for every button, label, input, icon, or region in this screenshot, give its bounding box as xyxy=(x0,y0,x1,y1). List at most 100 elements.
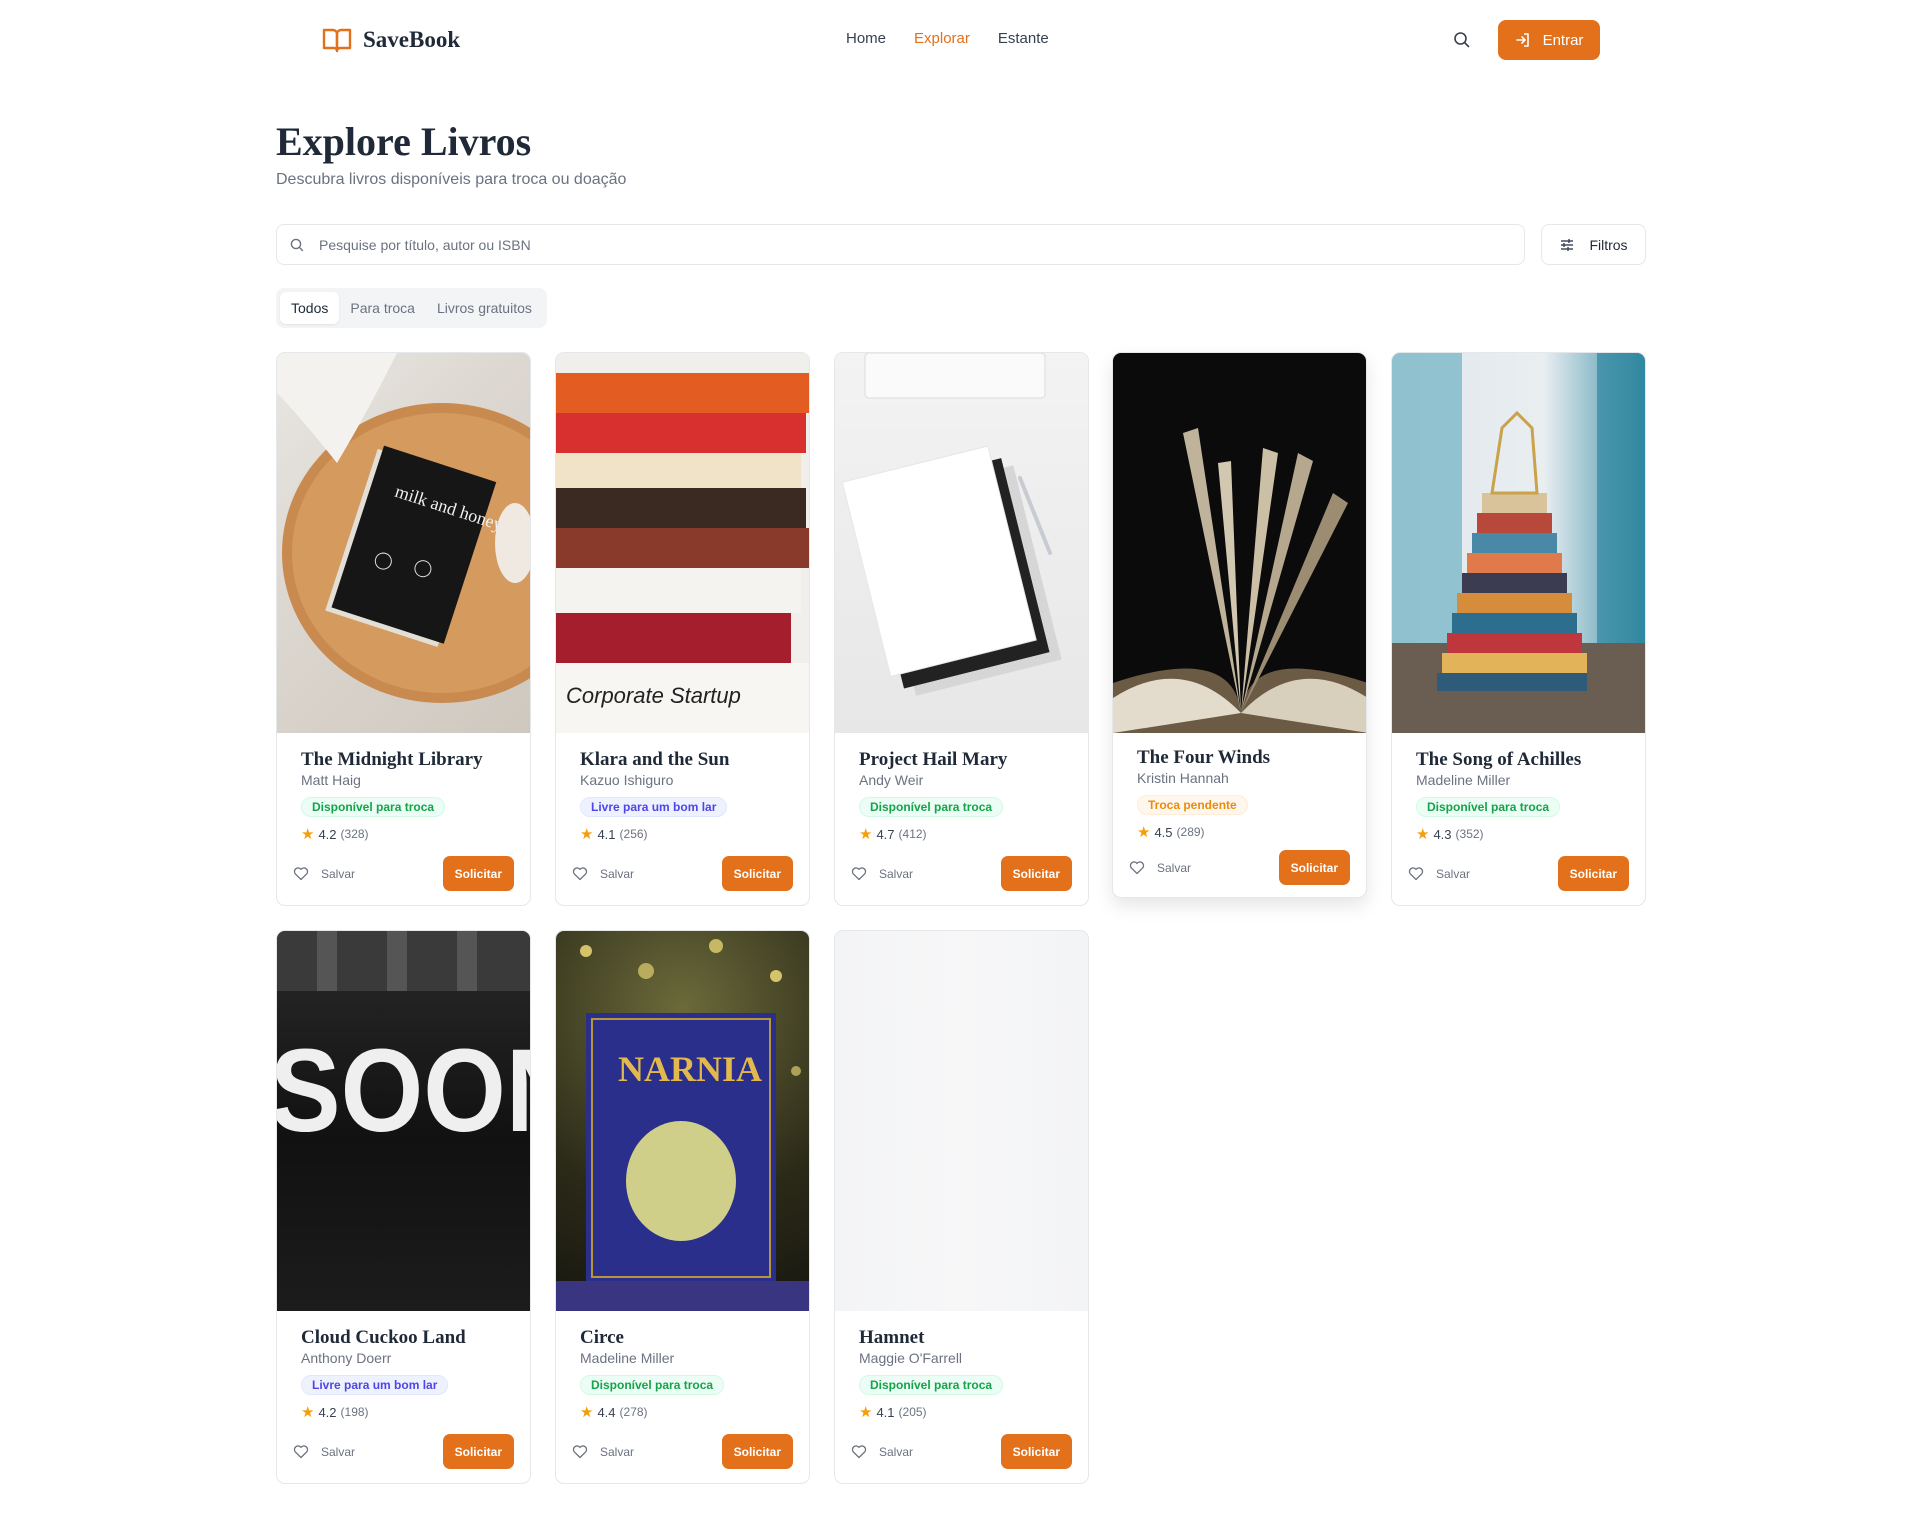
star-icon: ★ xyxy=(301,1404,315,1421)
heart-icon xyxy=(293,1445,309,1459)
save-label: Salvar xyxy=(1157,860,1192,875)
filter-tabs: Todos Para troca Livros gratuitos xyxy=(276,288,547,328)
card-actions: Salvar Solicitar xyxy=(851,856,1072,891)
rating-value: 4.3 xyxy=(1433,826,1452,842)
book-title[interactable]: Cloud Cuckoo Land xyxy=(301,1327,506,1349)
book-author: Kristin Hannah xyxy=(1137,770,1229,786)
book-title[interactable]: Circe xyxy=(580,1327,785,1349)
login-button[interactable]: Entrar xyxy=(1498,20,1600,60)
book-card[interactable]: The Song of Achilles Madeline Miller Dis… xyxy=(1391,352,1646,906)
rating: ★ 4.4 (278) xyxy=(580,1403,785,1421)
nav-explorar[interactable]: Explorar xyxy=(914,30,970,47)
book-title[interactable]: The Song of Achilles xyxy=(1416,749,1621,771)
request-button[interactable]: Solicitar xyxy=(721,856,793,891)
book-cover: NARNIA xyxy=(556,931,809,1311)
save-label: Salvar xyxy=(321,866,356,881)
card-actions: Salvar Solicitar xyxy=(572,1434,793,1469)
book-title[interactable]: Klara and the Sun xyxy=(580,749,785,771)
book-card[interactable]: milk and honey The Midnight Library Matt… xyxy=(276,352,531,906)
book-info: Circe Madeline Miller Disponível para tr… xyxy=(556,1311,809,1483)
book-title[interactable]: Project Hail Mary xyxy=(859,749,1064,771)
book-title[interactable]: The Four Winds xyxy=(1137,747,1342,769)
filters-label: Filtros xyxy=(1589,236,1628,253)
save-button[interactable]: Salvar xyxy=(293,1444,355,1459)
login-label: Entrar xyxy=(1542,31,1584,49)
book-info: Cloud Cuckoo Land Anthony Doerr Livre pa… xyxy=(277,1311,530,1483)
star-icon: ★ xyxy=(580,1404,594,1421)
nav-home[interactable]: Home xyxy=(846,30,886,47)
search-input[interactable] xyxy=(319,236,1469,253)
status-badge: Livre para um bom lar xyxy=(301,1375,449,1395)
rating-value: 4.2 xyxy=(318,1404,337,1420)
book-cover: SOON xyxy=(277,931,530,1311)
status-badge: Disponível para troca xyxy=(859,797,1004,817)
book-author: Andy Weir xyxy=(859,772,924,788)
card-actions: Salvar Solicitar xyxy=(851,1434,1072,1469)
tab-livros-gratuitos[interactable]: Livros gratuitos xyxy=(426,292,543,324)
cover-illustration: SOON xyxy=(277,931,530,1156)
book-cover xyxy=(1113,353,1366,733)
rating-value: 4.4 xyxy=(597,1404,616,1420)
rating: ★ 4.1 (205) xyxy=(859,1403,1064,1421)
book-title[interactable]: The Midnight Library xyxy=(301,749,506,771)
search-icon[interactable] xyxy=(1452,30,1472,50)
book-cover: milk and honey xyxy=(277,353,530,733)
request-button[interactable]: Solicitar xyxy=(1000,1434,1072,1469)
book-title[interactable]: Hamnet xyxy=(859,1327,1064,1349)
cover-illustration xyxy=(841,353,1062,696)
tab-para-troca[interactable]: Para troca xyxy=(339,292,426,324)
save-button[interactable]: Salvar xyxy=(1408,866,1470,881)
search-icon xyxy=(290,238,304,251)
status-badge: Disponível para troca xyxy=(580,1375,725,1395)
filters-button[interactable]: Filtros xyxy=(1541,224,1646,265)
brand-logo[interactable]: SaveBook xyxy=(321,24,460,56)
request-button[interactable]: Solicitar xyxy=(442,1434,514,1469)
book-card[interactable]: NARNIA Circe Madeline Miller Disponível … xyxy=(555,930,810,1484)
save-button[interactable]: Salvar xyxy=(1129,860,1191,875)
save-label: Salvar xyxy=(321,1444,356,1459)
rating-value: 4.1 xyxy=(876,1404,895,1420)
request-button[interactable]: Solicitar xyxy=(442,856,514,891)
cover-illustration: milk and honey xyxy=(277,353,530,703)
star-icon: ★ xyxy=(301,826,315,843)
rating-value: 4.2 xyxy=(318,826,337,842)
top-header: SaveBook Home Explorar Estante Entrar xyxy=(0,0,1920,80)
book-card[interactable]: Project Hail Mary Andy Weir Disponível p… xyxy=(834,352,1089,906)
login-icon xyxy=(1515,33,1529,47)
request-button[interactable]: Solicitar xyxy=(1000,856,1072,891)
review-count: (205) xyxy=(898,1405,927,1419)
request-button[interactable]: Solicitar xyxy=(721,1434,793,1469)
heart-icon xyxy=(851,867,867,881)
save-label: Salvar xyxy=(1436,866,1471,881)
rating: ★ 4.5 (289) xyxy=(1137,823,1342,841)
save-button[interactable]: Salvar xyxy=(572,1444,634,1459)
star-icon: ★ xyxy=(1416,826,1430,843)
status-badge: Disponível para troca xyxy=(1416,797,1561,817)
tab-todos[interactable]: Todos xyxy=(280,292,340,324)
save-button[interactable]: Salvar xyxy=(293,866,355,881)
review-count: (289) xyxy=(1176,825,1205,839)
book-info: Klara and the Sun Kazuo Ishiguro Livre p… xyxy=(556,733,809,905)
save-button[interactable]: Salvar xyxy=(572,866,634,881)
save-button[interactable]: Salvar xyxy=(851,866,913,881)
star-icon: ★ xyxy=(859,1404,873,1421)
book-card[interactable]: Corporate Startup Klara and the Sun Kazu… xyxy=(555,352,810,906)
book-card[interactable]: Hamnet Maggie O'Farrell Disponível para … xyxy=(834,930,1089,1484)
heart-icon xyxy=(572,867,588,881)
book-info: Project Hail Mary Andy Weir Disponível p… xyxy=(835,733,1088,905)
book-author: Maggie O'Farrell xyxy=(859,1350,963,1366)
request-button[interactable]: Solicitar xyxy=(1557,856,1629,891)
book-card[interactable]: The Four Winds Kristin Hannah Troca pend… xyxy=(1112,352,1367,898)
book-info: The Song of Achilles Madeline Miller Dis… xyxy=(1392,733,1645,905)
rating: ★ 4.1 (256) xyxy=(580,825,785,843)
book-card[interactable]: SOON Cloud Cuckoo Land Anthony Doerr Liv… xyxy=(276,930,531,1484)
rating-value: 4.5 xyxy=(1154,824,1173,840)
nav-estante[interactable]: Estante xyxy=(998,30,1049,47)
cover-title: Corporate Startup xyxy=(566,683,741,708)
book-author: Kazuo Ishiguro xyxy=(580,772,674,788)
sliders-icon xyxy=(1561,238,1574,251)
status-badge: Livre para um bom lar xyxy=(580,797,728,817)
request-button[interactable]: Solicitar xyxy=(1278,850,1350,885)
cover-illustration xyxy=(1113,428,1366,733)
save-button[interactable]: Salvar xyxy=(851,1444,913,1459)
